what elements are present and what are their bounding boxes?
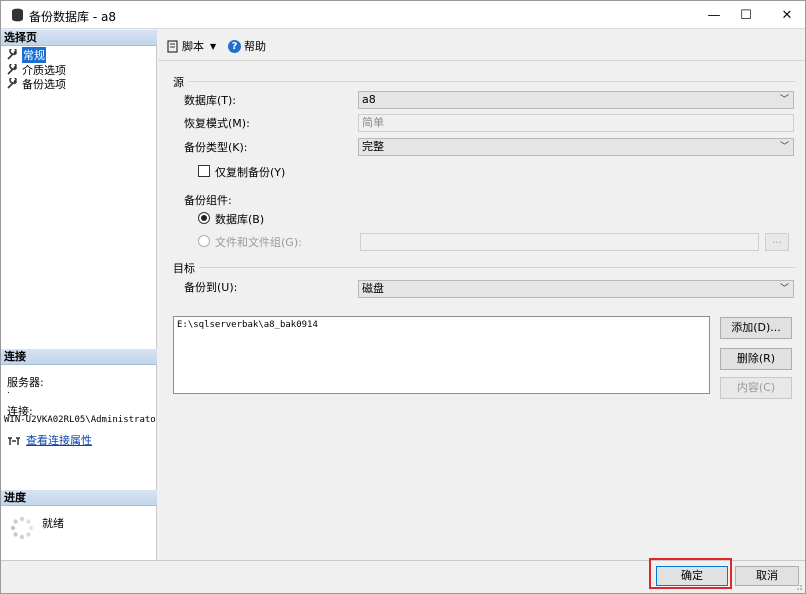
backup-to-select[interactable]: 磁盘 ﹀ [358, 280, 794, 298]
component-files-label: 文件和文件组(G): [215, 236, 302, 249]
script-icon [167, 39, 178, 53]
component-files-radio[interactable] [198, 235, 210, 247]
help-label: 帮助 [244, 40, 266, 53]
page-item-label: 常规 [22, 46, 46, 63]
connection-icon [8, 436, 20, 445]
server-value: . [7, 386, 10, 396]
backup-type-select[interactable]: 完整 ﹀ [358, 138, 794, 156]
component-database-radio[interactable] [198, 212, 210, 224]
files-field [360, 233, 759, 251]
chevron-down-icon: ﹀ [779, 284, 789, 294]
resize-grip-icon[interactable] [793, 581, 803, 591]
recovery-model-field: 简单 [358, 114, 794, 132]
source-group-label: 源 [173, 76, 184, 89]
backup-type-value: 完整 [362, 140, 384, 153]
general-page: 源 数据库(T): a8 ﹀ 恢复模式(M): 简单 备份类型(K): 完整 ﹀… [163, 65, 800, 555]
recovery-model-label: 恢复模式(M): [184, 117, 250, 130]
remove-button[interactable]: 删除(R) [720, 348, 792, 370]
progress-status: 就绪 [42, 517, 64, 530]
chevron-down-icon: ﹀ [779, 95, 789, 105]
page-item-label: 备份选项 [22, 77, 66, 91]
chevron-down-icon: ﹀ [779, 142, 789, 152]
destination-group-label: 目标 [173, 262, 195, 275]
cancel-button[interactable]: 取消 [735, 566, 799, 586]
page-item-backup-options[interactable]: 备份选项 [7, 77, 66, 91]
server-label: 服务器: [7, 376, 44, 389]
toolbar: 脚本 ▼ ? 帮助 [158, 30, 805, 61]
backup-to-value: 磁盘 [362, 282, 384, 295]
view-properties-link[interactable]: 查看连接属性 [26, 432, 92, 448]
progress-header: 进度 [1, 490, 157, 506]
database-value: a8 [362, 93, 376, 106]
help-button[interactable]: ? 帮助 [228, 38, 266, 54]
backup-type-label: 备份类型(K): [184, 141, 248, 154]
add-button[interactable]: 添加(D)... [720, 317, 792, 339]
page-item-general[interactable]: 常规 [7, 46, 46, 63]
component-database-label: 数据库(B) [215, 213, 265, 226]
spinner-icon [10, 516, 34, 540]
page-item-media-options[interactable]: 介质选项 [7, 63, 66, 77]
database-icon [12, 8, 23, 22]
source-separator [189, 81, 795, 82]
database-select[interactable]: a8 ﹀ [358, 91, 794, 109]
select-page-header: 选择页 [1, 30, 157, 46]
backup-database-dialog: 备份数据库 - a8 — ☐ ✕ 选择页 常规 介质选项 备份选项 连接 服务器… [0, 0, 806, 594]
ok-highlight-box [649, 558, 732, 589]
script-label: 脚本 [182, 40, 204, 53]
close-button[interactable]: ✕ [764, 1, 805, 29]
connection-header: 连接 [1, 349, 157, 365]
destination-separator [199, 267, 795, 268]
backup-to-label: 备份到(U): [184, 281, 238, 294]
wrench-icon [7, 49, 18, 60]
copy-only-checkbox[interactable] [198, 165, 210, 177]
script-button[interactable]: 脚本 ▼ [166, 38, 216, 54]
view-connection-properties[interactable]: 查看连接属性 [7, 432, 92, 448]
wrench-icon [7, 64, 18, 75]
chevron-down-icon: ▼ [210, 41, 217, 51]
left-panel: 选择页 常规 介质选项 备份选项 连接 服务器: . 连接: WIN-U2VKA… [1, 30, 157, 560]
title-bar: 备份数据库 - a8 — ☐ ✕ [1, 1, 805, 29]
contents-button[interactable]: 内容(C) [720, 377, 792, 399]
copy-only-label: 仅复制备份(Y) [215, 166, 286, 179]
database-label: 数据库(T): [184, 94, 237, 107]
wrench-icon [7, 78, 18, 89]
list-item[interactable]: E:\sqlserverbak\a8_bak0914 [177, 320, 706, 330]
backup-component-label: 备份组件: [184, 194, 232, 207]
browse-files-button[interactable]: ... [765, 233, 789, 251]
help-icon: ? [228, 39, 241, 53]
maximize-button[interactable]: ☐ [723, 1, 769, 29]
connection-value: WIN-U2VKA02RL05\Administrato [4, 415, 156, 425]
destination-list[interactable]: E:\sqlserverbak\a8_bak0914 [173, 316, 710, 394]
window-title: 备份数据库 - a8 [29, 10, 116, 24]
